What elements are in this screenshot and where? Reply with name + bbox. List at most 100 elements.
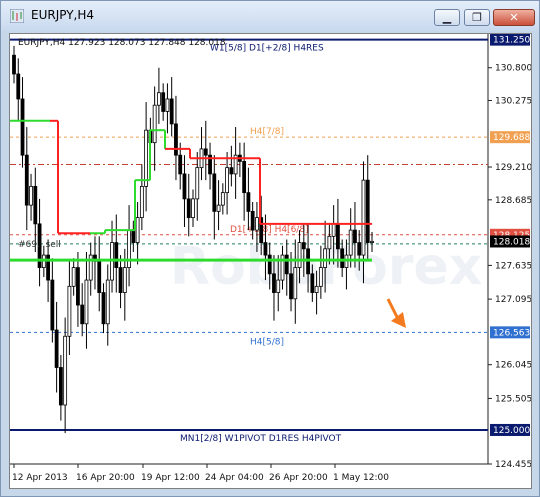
candle-body	[314, 285, 319, 293]
window-title: EURJPY,H4	[31, 8, 95, 22]
candle-body	[139, 185, 144, 219]
candle-body	[84, 279, 89, 325]
price-label: 124.455	[495, 460, 531, 470]
time-label: 19 Apr 12:00	[141, 473, 200, 483]
price-tag-label: 125.000	[493, 426, 530, 436]
price-chart[interactable]: RoboForex W1[5/8] D1[+2/8] H4RESH4[7/8]D…	[10, 33, 532, 488]
candle-body	[122, 267, 127, 293]
candle-body	[250, 210, 255, 231]
candle-body	[80, 304, 85, 325]
candle-body	[246, 192, 251, 212]
price-label: 128.685	[495, 196, 531, 206]
level-label: W1[5/8] D1[+2/8] H4RES	[210, 44, 324, 54]
time-label: 16 Apr 20:00	[76, 473, 135, 483]
close-icon: ✕	[509, 11, 519, 24]
candle-body	[29, 185, 33, 206]
price-tag-label: 126.563	[493, 328, 530, 338]
candle-body	[361, 179, 366, 256]
candle-body	[24, 154, 29, 206]
price-label: 130.800	[495, 64, 531, 74]
candle-body	[127, 229, 131, 268]
candle-body	[357, 242, 362, 256]
title-bar[interactable]: EURJPY,H4 ▁ ❐ ✕	[1, 1, 539, 31]
candle-body	[20, 98, 25, 156]
candle-body	[135, 217, 140, 243]
candle-body	[144, 129, 149, 187]
level-label: H4[7/8]	[250, 127, 284, 137]
candle-body	[191, 198, 195, 219]
price-tag-label: 131.250	[493, 36, 530, 46]
price-tag-label: 129.688	[493, 133, 530, 143]
candle-body	[242, 161, 247, 194]
restore-icon: ❐	[472, 11, 482, 24]
price-label: 127.635	[495, 261, 531, 271]
candle-body	[54, 329, 59, 368]
candle-body	[331, 223, 336, 237]
candle-body	[255, 217, 259, 231]
candle-body	[152, 104, 157, 144]
candle-body	[16, 73, 21, 100]
candle-body	[195, 167, 200, 200]
candle-body	[169, 98, 174, 125]
price-label: 127.095	[495, 295, 531, 305]
candle-body	[301, 242, 306, 250]
forecast-arrow	[386, 298, 406, 328]
time-label: 12 Apr 2013	[12, 473, 68, 483]
candle-body	[297, 242, 302, 268]
price-label: 129.210	[495, 163, 531, 173]
candle-body	[114, 242, 119, 268]
candle-body	[225, 167, 229, 194]
candle-body	[50, 279, 55, 331]
close-button[interactable]: ✕	[493, 9, 535, 26]
candle-body	[186, 198, 191, 219]
chart-area[interactable]: RoboForex W1[5/8] D1[+2/8] H4RES H4[7/8] D…	[9, 33, 532, 489]
candle-body	[340, 248, 345, 268]
chart-window: EURJPY,H4 ▁ ❐ ✕ RoboForex W1[5/8] D1[+2/…	[0, 0, 540, 497]
level-label: H4[5/8]	[250, 337, 284, 347]
candle-body	[216, 204, 221, 212]
candle-body	[293, 267, 298, 300]
level-label: D1[+1/8] H4[6/8]	[230, 225, 309, 235]
candle-body	[12, 54, 16, 75]
price-label: 126.045	[495, 361, 531, 371]
candle-body	[33, 185, 38, 225]
candle-body	[182, 173, 187, 200]
candle-body	[327, 235, 332, 250]
candle-body	[63, 335, 68, 406]
candle-body	[348, 229, 353, 256]
candle-body	[310, 273, 315, 293]
level-label: MN1[2/8] W1PIVOT D1RES H4PIVOT	[180, 434, 342, 444]
symbol-info: EURJPY,H4 127.923 128.073 127.848 128.01…	[18, 38, 226, 48]
candle-body	[353, 229, 357, 243]
candle-body	[178, 154, 183, 175]
candle-body	[220, 192, 225, 206]
price-label: 130.275	[495, 97, 531, 107]
candle-body	[131, 229, 136, 243]
candle-body	[67, 285, 72, 337]
time-label: 24 Apr 04:00	[205, 473, 264, 483]
time-label: 1 May 12:00	[333, 473, 389, 483]
minimize-icon: ▁	[442, 11, 452, 24]
candle-body	[212, 173, 217, 212]
candle-body	[118, 267, 123, 293]
candle-body	[272, 273, 276, 293]
maximize-button[interactable]: ❐	[464, 9, 490, 26]
candle-body	[165, 98, 170, 112]
candle-body	[263, 242, 268, 256]
candle-body	[229, 167, 234, 175]
candle-body	[370, 240, 374, 243]
candle-body	[101, 292, 106, 325]
candle-body	[323, 248, 328, 268]
candle-body	[289, 273, 293, 300]
candle-body	[267, 254, 272, 275]
candle-body	[71, 267, 76, 287]
minimize-button[interactable]: ▁	[434, 9, 460, 26]
order-label: #69.. sell	[18, 240, 61, 250]
candle-body	[203, 148, 208, 156]
price-label: 125.505	[495, 394, 531, 404]
time-label: 26 Apr 20:00	[269, 473, 328, 483]
candle-body	[318, 267, 323, 287]
candle-body	[284, 254, 289, 275]
candle-body	[276, 279, 281, 293]
candle-body	[336, 223, 340, 250]
